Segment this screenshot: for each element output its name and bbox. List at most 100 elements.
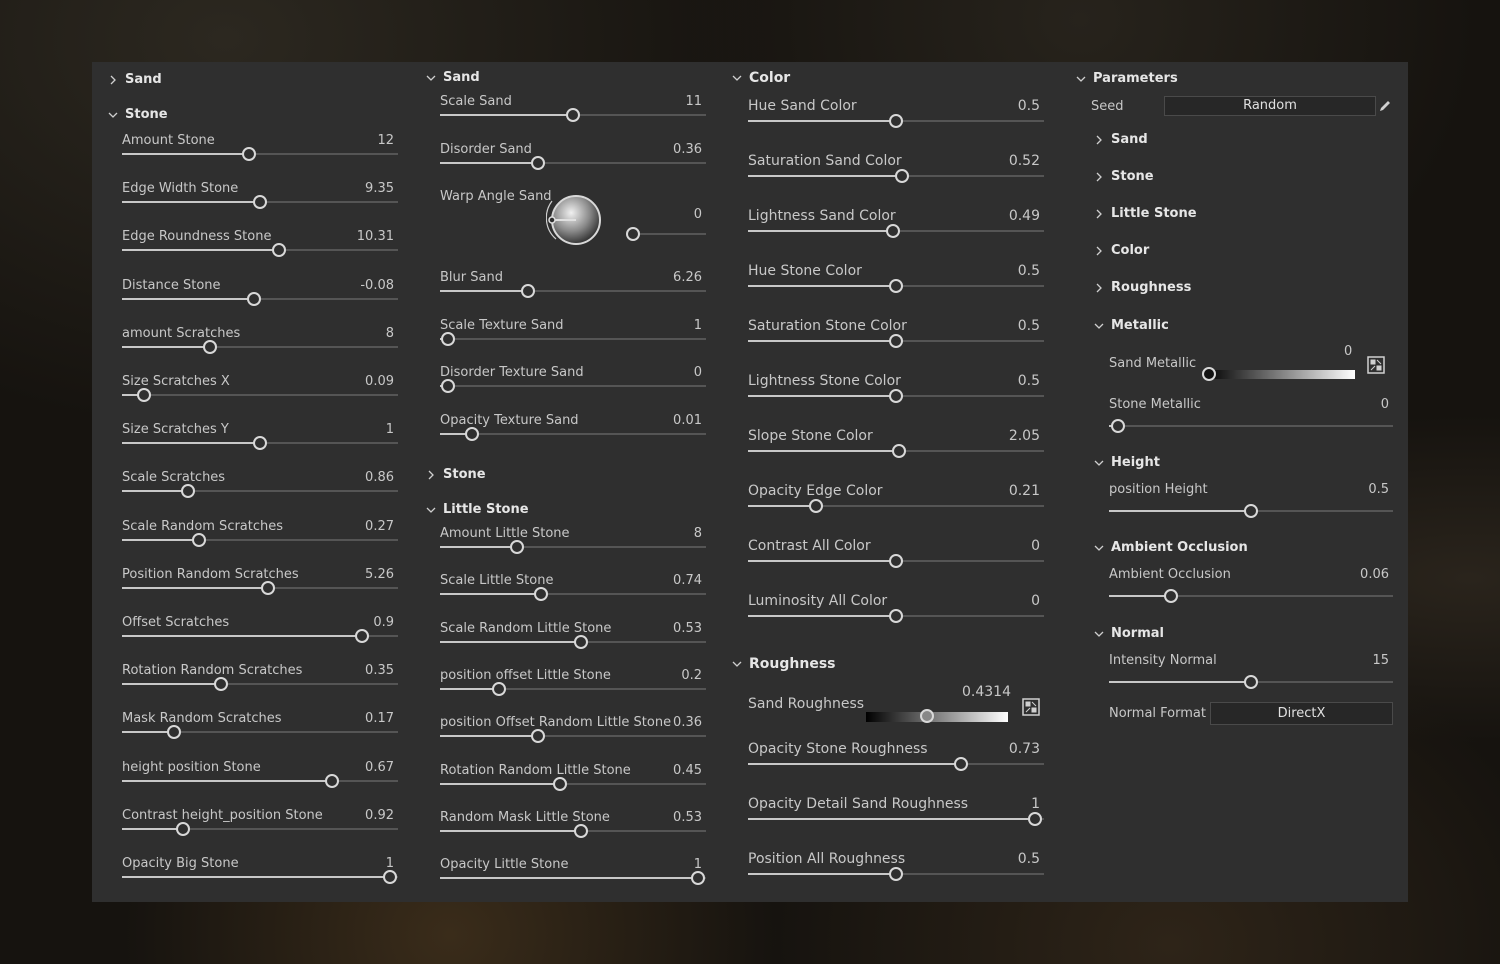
chevron-right-icon[interactable] [1094,246,1104,256]
slider-track[interactable] [122,484,398,499]
param-value[interactable]: -0.08 [360,278,394,293]
param-value[interactable]: 0.5 [1018,373,1040,389]
param-value[interactable]: 0.52 [1009,153,1040,169]
slider-track[interactable] [748,444,1044,458]
param-value[interactable]: 1 [694,857,702,872]
section-sand[interactable]: Sand [426,70,480,90]
slider-handle[interactable] [464,426,479,441]
slider-handle[interactable] [253,195,267,210]
section-ambient-occlusion[interactable]: Ambient Occlusion [1094,540,1248,560]
slider-handle[interactable] [894,169,909,183]
param-value[interactable]: 0 [1031,538,1040,554]
pencil-icon[interactable] [1378,98,1394,114]
slider-handle[interactable] [1202,367,1216,381]
param-value[interactable]: 0.01 [673,413,702,428]
slider-handle[interactable] [247,291,262,306]
chevron-down-icon[interactable] [1076,74,1086,84]
section-sand[interactable]: Sand [108,72,162,92]
section-collapsed[interactable]: Sand [1094,132,1148,152]
random-icon[interactable] [1022,698,1040,716]
param-value[interactable]: 0.06 [1360,567,1389,582]
chevron-right-icon[interactable] [426,470,436,480]
slider-track[interactable] [748,757,1044,771]
slider-track[interactable] [122,725,398,740]
gradient-slider[interactable] [1202,367,1355,381]
random-icon[interactable] [1367,356,1385,374]
param-value[interactable]: 0.53 [673,810,702,825]
param-value[interactable]: 12 [377,133,394,148]
section-collapsed[interactable]: Color [1094,243,1149,263]
param-value[interactable]: 0 [1344,344,1352,359]
slider-track[interactable] [748,609,1044,623]
slider-handle[interactable] [889,334,903,348]
slider-handle[interactable] [889,279,903,293]
slider-handle[interactable] [691,871,706,886]
param-value[interactable]: 0.9 [373,615,394,630]
slider-handle[interactable] [241,147,256,161]
slider-track[interactable] [748,114,1044,128]
slider-handle[interactable] [920,709,935,723]
slider-track[interactable] [440,426,706,441]
slider-track[interactable] [1109,504,1393,518]
section-little-stone[interactable]: Little Stone [426,502,529,522]
param-value[interactable]: 11 [685,94,702,109]
slider-track[interactable] [748,812,1044,826]
param-value[interactable]: 0.17 [365,711,394,726]
slider-track[interactable] [440,284,706,298]
slider-track[interactable] [440,155,706,170]
slider-handle[interactable] [175,821,190,836]
slider-handle[interactable] [889,114,903,128]
param-value[interactable]: 0.5 [1018,851,1040,867]
section-normal[interactable]: Normal [1094,626,1164,646]
param-value[interactable]: 2.05 [1009,428,1040,444]
section-collapsed[interactable]: Roughness [1094,280,1191,300]
slider-track[interactable] [748,224,1044,238]
slider-track[interactable] [122,243,398,258]
slider-handle[interactable] [137,388,152,402]
chevron-right-icon[interactable] [1094,283,1104,293]
param-value[interactable]: 1 [694,318,702,333]
slider-handle[interactable] [520,284,535,298]
section-metallic[interactable]: Metallic [1094,318,1169,338]
slider-track[interactable] [440,587,706,602]
slider-handle[interactable] [566,108,580,122]
chevron-down-icon[interactable] [1094,629,1104,639]
slider-handle[interactable] [531,155,546,170]
slider-track[interactable] [440,331,706,346]
param-value[interactable]: 0 [694,207,702,222]
slider-handle[interactable] [552,776,567,791]
slider-handle[interactable] [440,379,455,393]
slider-handle[interactable] [954,757,969,771]
slider-handle[interactable] [626,227,640,241]
chevron-right-icon[interactable] [108,75,118,85]
param-value[interactable]: 15 [1372,653,1389,668]
param-value[interactable]: 1 [386,422,394,437]
slider-handle[interactable] [534,587,549,602]
slider-track[interactable] [1109,675,1393,689]
slider-handle[interactable] [531,729,546,744]
param-value[interactable]: 0.21 [1009,483,1040,499]
slider-handle[interactable] [324,773,339,788]
param-value[interactable]: 9.35 [365,181,394,196]
param-value[interactable]: 0.2 [681,668,702,683]
slider-handle[interactable] [1244,675,1258,689]
slider-handle[interactable] [510,540,525,554]
param-value[interactable]: 0.09 [365,374,394,389]
slider-handle[interactable] [809,499,824,513]
slider-track[interactable] [440,379,706,393]
slider-track[interactable] [440,634,706,649]
slider-track[interactable] [122,195,398,210]
slider-track[interactable] [440,776,706,791]
slider-handle[interactable] [440,331,455,346]
slider-track[interactable] [748,389,1044,403]
slider-handle[interactable] [181,484,196,499]
chevron-right-icon[interactable] [1094,209,1104,219]
slider-track[interactable] [1109,589,1393,603]
slider-handle[interactable] [1244,504,1258,518]
slider-track[interactable] [440,823,706,838]
chevron-down-icon[interactable] [732,659,742,669]
chevron-down-icon[interactable] [1094,543,1104,553]
section-height[interactable]: Height [1094,455,1160,475]
slider-track[interactable] [122,532,398,547]
slider-handle[interactable] [573,634,588,649]
